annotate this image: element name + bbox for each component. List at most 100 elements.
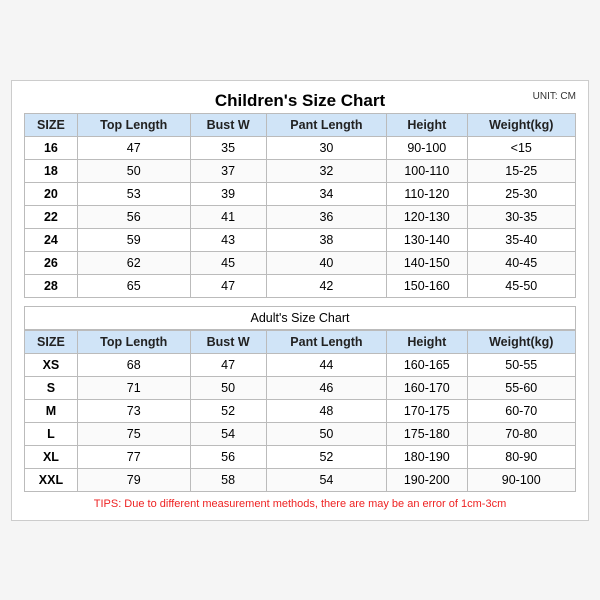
data-cell: 120-130 [387, 205, 467, 228]
data-cell: 56 [190, 445, 266, 468]
data-cell: 43 [190, 228, 266, 251]
data-cell: 30-35 [467, 205, 576, 228]
data-cell: 90-100 [467, 468, 576, 491]
size-cell: XXL [25, 468, 78, 491]
data-cell: 47 [190, 274, 266, 297]
size-cell: L [25, 422, 78, 445]
children-title-text: Children's Size Chart [215, 91, 385, 110]
data-cell: 79 [77, 468, 190, 491]
data-cell: 100-110 [387, 159, 467, 182]
data-cell: 160-170 [387, 376, 467, 399]
table-row: XS684744160-16550-55 [25, 353, 576, 376]
adults-size-table: SIZE Top Length Bust W Pant Length Heigh… [24, 330, 576, 492]
col-bust-w-child: Bust W [190, 113, 266, 136]
data-cell: 110-120 [387, 182, 467, 205]
tips-content: TIPS: Due to different measurement metho… [94, 498, 506, 510]
data-cell: 73 [77, 399, 190, 422]
table-row: 1647353090-100<15 [25, 136, 576, 159]
chart-container: Children's Size Chart UNIT: CM SIZE Top … [11, 80, 589, 521]
col-pant-length-child: Pant Length [266, 113, 386, 136]
data-cell: 50 [77, 159, 190, 182]
size-cell: 22 [25, 205, 78, 228]
data-cell: 34 [266, 182, 386, 205]
data-cell: 180-190 [387, 445, 467, 468]
col-pant-length-adult: Pant Length [266, 330, 386, 353]
table-row: 20533934110-12025-30 [25, 182, 576, 205]
data-cell: 56 [77, 205, 190, 228]
data-cell: 70-80 [467, 422, 576, 445]
table-row: 22564136120-13030-35 [25, 205, 576, 228]
table-row: 24594338130-14035-40 [25, 228, 576, 251]
data-cell: 130-140 [387, 228, 467, 251]
data-cell: 38 [266, 228, 386, 251]
table-row: XXL795854190-20090-100 [25, 468, 576, 491]
data-cell: 140-150 [387, 251, 467, 274]
data-cell: 68 [77, 353, 190, 376]
data-cell: 46 [266, 376, 386, 399]
data-cell: 52 [266, 445, 386, 468]
col-size-adult: SIZE [25, 330, 78, 353]
data-cell: <15 [467, 136, 576, 159]
data-cell: 50 [190, 376, 266, 399]
tips-text: TIPS: Due to different measurement metho… [24, 498, 576, 510]
data-cell: 71 [77, 376, 190, 399]
data-cell: 50-55 [467, 353, 576, 376]
data-cell: 47 [77, 136, 190, 159]
adults-title-cell: Adult's Size Chart [25, 306, 576, 329]
data-cell: 80-90 [467, 445, 576, 468]
size-cell: 16 [25, 136, 78, 159]
unit-label: UNIT: CM [533, 91, 576, 102]
data-cell: 59 [77, 228, 190, 251]
data-cell: 15-25 [467, 159, 576, 182]
adults-section-header: Adult's Size Chart [24, 306, 576, 330]
table-row: S715046160-17055-60 [25, 376, 576, 399]
data-cell: 55-60 [467, 376, 576, 399]
children-header-row: SIZE Top Length Bust W Pant Length Heigh… [25, 113, 576, 136]
size-cell: M [25, 399, 78, 422]
data-cell: 150-160 [387, 274, 467, 297]
adults-header-row: SIZE Top Length Bust W Pant Length Heigh… [25, 330, 576, 353]
adults-title-table: Adult's Size Chart [24, 306, 576, 330]
data-cell: 40-45 [467, 251, 576, 274]
data-cell: 175-180 [387, 422, 467, 445]
data-cell: 60-70 [467, 399, 576, 422]
data-cell: 50 [266, 422, 386, 445]
data-cell: 58 [190, 468, 266, 491]
col-weight-adult: Weight(kg) [467, 330, 576, 353]
size-cell: 24 [25, 228, 78, 251]
table-row: 28654742150-16045-50 [25, 274, 576, 297]
data-cell: 41 [190, 205, 266, 228]
children-size-table: SIZE Top Length Bust W Pant Length Heigh… [24, 113, 576, 298]
data-cell: 52 [190, 399, 266, 422]
data-cell: 42 [266, 274, 386, 297]
size-cell: S [25, 376, 78, 399]
data-cell: 35-40 [467, 228, 576, 251]
children-section-title: Children's Size Chart UNIT: CM [24, 91, 576, 111]
data-cell: 32 [266, 159, 386, 182]
col-height-adult: Height [387, 330, 467, 353]
col-height-child: Height [387, 113, 467, 136]
data-cell: 35 [190, 136, 266, 159]
data-cell: 62 [77, 251, 190, 274]
col-bust-w-adult: Bust W [190, 330, 266, 353]
table-row: M735248170-17560-70 [25, 399, 576, 422]
col-size-child: SIZE [25, 113, 78, 136]
size-cell: 20 [25, 182, 78, 205]
data-cell: 39 [190, 182, 266, 205]
data-cell: 48 [266, 399, 386, 422]
adults-title-text: Adult's Size Chart [251, 311, 350, 325]
size-cell: 28 [25, 274, 78, 297]
data-cell: 40 [266, 251, 386, 274]
data-cell: 190-200 [387, 468, 467, 491]
data-cell: 90-100 [387, 136, 467, 159]
table-row: 26624540140-15040-45 [25, 251, 576, 274]
col-weight-child: Weight(kg) [467, 113, 576, 136]
data-cell: 25-30 [467, 182, 576, 205]
data-cell: 77 [77, 445, 190, 468]
size-cell: XL [25, 445, 78, 468]
data-cell: 54 [266, 468, 386, 491]
size-cell: 18 [25, 159, 78, 182]
data-cell: 36 [266, 205, 386, 228]
data-cell: 45 [190, 251, 266, 274]
col-top-length-child: Top Length [77, 113, 190, 136]
